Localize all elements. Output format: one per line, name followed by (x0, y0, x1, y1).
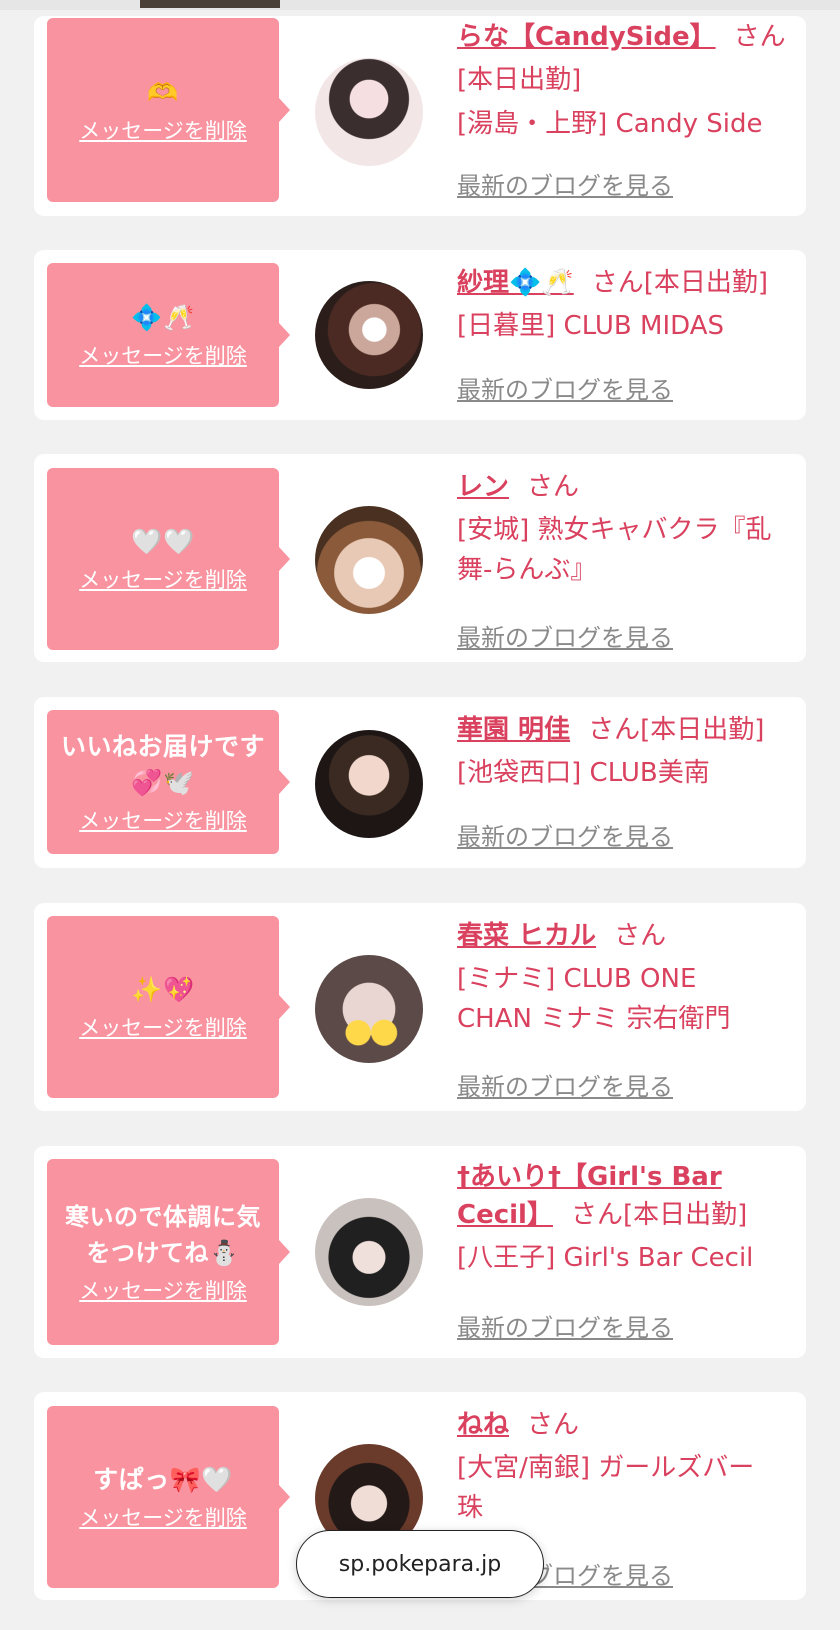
latest-blog-link[interactable]: 最新のブログを見る (457, 166, 673, 201)
avatar[interactable] (315, 281, 423, 389)
avatar[interactable] (315, 955, 423, 1063)
san-suffix: さん (733, 22, 786, 52)
shop-name: [池袋西口] CLUB美南 (457, 758, 710, 788)
cast-name-link[interactable]: 春菜 ヒカル (457, 921, 596, 951)
attendance-status: [本日出勤] (643, 268, 769, 298)
name-line: ねね さん (457, 1406, 796, 1444)
message-text: いいねお届けです 💞🕊️ (60, 732, 265, 797)
san-suffix: さん (570, 1200, 623, 1230)
latest-blog-link[interactable]: 最新のブログを見る (457, 1067, 673, 1102)
message-text: 💠🥂 (131, 303, 195, 332)
shop-name-continued: CHAN ミナミ 宗右衛門 (457, 1004, 731, 1034)
delete-message-link[interactable]: メッセージを削除 (79, 807, 247, 835)
message-text: すぱっ🎀🤍 (93, 1465, 233, 1494)
shop-name: [日暮里] CLUB MIDAS (457, 311, 724, 341)
message-card: 🤍🤍 メッセージを削除 レン さん [安城] 熟女キャバクラ『乱 舞-らんぶ』 最… (34, 454, 806, 662)
delete-message-link[interactable]: メッセージを削除 (79, 1014, 247, 1042)
name-line: 華園 明佳 さん[本日出勤] (457, 711, 796, 749)
cast-name-link[interactable]: ねね (457, 1410, 509, 1440)
message-card: 寒いので体調に気 をつけてね⛄ メッセージを削除 †あいり†【Girl's Ba… (34, 1146, 806, 1358)
shop-name: [安城] 熟女キャバクラ『乱 (457, 515, 772, 545)
cast-name-link[interactable]: 華園 明佳 (457, 715, 570, 745)
message-bubble: 🤍🤍 メッセージを削除 (47, 468, 290, 650)
cast-name-link[interactable]: 紗理💠🥂 (457, 268, 574, 298)
avatar[interactable] (315, 58, 423, 166)
shop-name: [湯島・上野] Candy Side (457, 109, 763, 139)
cast-name-link[interactable]: らな【CandySide】 (457, 22, 716, 52)
attendance-status: [本日出勤] (457, 65, 582, 95)
latest-blog-link[interactable]: 最新のブログを見る (457, 370, 673, 405)
cast-name-link[interactable]: レン (457, 472, 509, 502)
message-text: 🫶 (147, 78, 179, 107)
name-line: 紗理💠🥂 さん[本日出勤] (457, 264, 796, 302)
message-bubble: 寒いので体調に気 をつけてね⛄ メッセージを削除 (47, 1159, 290, 1345)
delete-message-link[interactable]: メッセージを削除 (79, 342, 247, 370)
name-line: らな【CandySide】 さん (457, 18, 796, 56)
message-card: いいねお届けです 💞🕊️ メッセージを削除 華園 明佳 さん[本日出勤] [池袋西… (34, 697, 806, 868)
message-bubble: 💠🥂 メッセージを削除 (47, 263, 290, 407)
shop-name: [大宮/南銀] ガールズバー (457, 1453, 755, 1483)
delete-message-link[interactable]: メッセージを削除 (79, 117, 247, 145)
browser-url-bar[interactable]: sp.pokepara.jp (296, 1530, 544, 1598)
message-bubble: 🫶 メッセージを削除 (47, 18, 290, 202)
active-tab-indicator (140, 0, 280, 8)
san-suffix: さん (527, 1410, 580, 1440)
message-card: 💠🥂 メッセージを削除 紗理💠🥂 さん[本日出勤] [日暮里] CLUB MIDA… (34, 250, 806, 420)
delete-message-link[interactable]: メッセージを削除 (79, 1504, 247, 1532)
message-bubble: ✨💖 メッセージを削除 (47, 916, 290, 1098)
latest-blog-link[interactable]: 最新のブログを見る (457, 817, 673, 852)
message-text: 寒いので体調に気 をつけてね⛄ (65, 1203, 261, 1267)
latest-blog-link[interactable]: 最新のブログを見る (457, 1308, 673, 1343)
shop-name: [八王子] Girl's Bar Cecil (457, 1243, 754, 1273)
delete-message-link[interactable]: メッセージを削除 (79, 1277, 247, 1305)
san-suffix: さん (588, 715, 641, 745)
attendance-status: [本日出勤] (640, 715, 765, 745)
attendance-status: [本日出勤] (622, 1200, 748, 1230)
shop-name-continued: 舞-らんぶ』 (457, 555, 597, 585)
name-line: 春菜 ヒカル さん (457, 917, 796, 955)
avatar[interactable] (315, 506, 423, 614)
name-line: †あいり†【Girl's Bar Cecil】 さん[本日出勤] (457, 1158, 787, 1234)
avatar[interactable] (315, 1198, 423, 1306)
latest-blog-link[interactable]: 最新のブログを見る (457, 618, 673, 653)
message-bubble: すぱっ🎀🤍 メッセージを削除 (47, 1406, 290, 1588)
avatar[interactable] (315, 730, 423, 838)
message-text: 🤍🤍 (131, 527, 195, 556)
shop-name-continued: 珠 (457, 1493, 484, 1523)
delete-message-link[interactable]: メッセージを削除 (79, 566, 247, 594)
san-suffix: さん (527, 472, 580, 502)
shop-name: [ミナミ] CLUB ONE (457, 964, 697, 994)
message-text: ✨💖 (131, 975, 195, 1004)
san-suffix: さん (614, 921, 667, 951)
san-suffix: さん (591, 268, 644, 298)
message-bubble: いいねお届けです 💞🕊️ メッセージを削除 (47, 710, 290, 854)
name-line: レン さん (457, 468, 796, 506)
message-card: ✨💖 メッセージを削除 春菜 ヒカル さん [ミナミ] CLUB ONE CHAN… (34, 903, 806, 1111)
message-card: 🫶 メッセージを削除 らな【CandySide】 さん [本日出勤] [湯島・上野… (34, 16, 806, 216)
top-divider (0, 0, 840, 10)
